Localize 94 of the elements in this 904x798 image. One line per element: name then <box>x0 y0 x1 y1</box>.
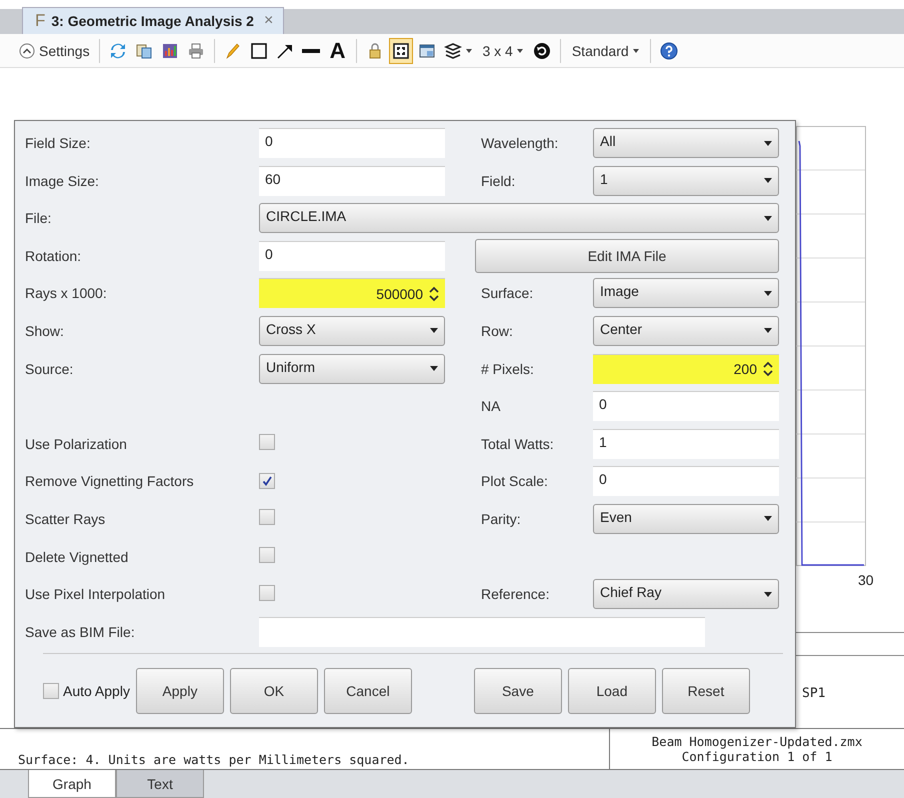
text-tool-button[interactable]: A <box>324 38 350 64</box>
dropdown[interactable]: Even <box>593 504 779 534</box>
collapse-icon <box>19 42 35 58</box>
text-field[interactable]: 0 <box>259 240 445 271</box>
text-field[interactable] <box>259 616 705 647</box>
print-icon <box>186 42 205 60</box>
field-label: Wavelength: <box>481 135 560 151</box>
refresh-icon <box>108 42 127 60</box>
dialog-button[interactable]: Cancel <box>324 668 412 714</box>
text-field[interactable]: 0 <box>593 391 779 422</box>
field-label: Delete Vignetted <box>25 548 130 565</box>
document-tab[interactable]: F 3: Geometric Image Analysis 2 × <box>22 7 284 34</box>
dropdown[interactable]: Uniform <box>259 354 445 384</box>
file-name: Beam Homogenizer-Updated.zmx <box>652 734 862 749</box>
field-label: Plot Scale: <box>481 473 549 490</box>
text-field[interactable]: 0 <box>259 128 445 158</box>
dropdown[interactable]: CIRCLE.IMA <box>259 203 779 234</box>
text-field[interactable]: 1 <box>593 428 779 459</box>
spinner-arrows-icon <box>763 361 773 378</box>
copy-icon <box>134 42 153 60</box>
frame-icon <box>392 42 410 60</box>
rotate-icon <box>532 42 551 60</box>
dropdown[interactable]: Chief Ray <box>593 579 779 610</box>
frame-button[interactable] <box>389 38 414 64</box>
rectangle-icon <box>250 42 268 60</box>
close-button[interactable]: × <box>264 12 274 30</box>
legend-text: SP1 <box>802 686 826 701</box>
field-label: # Pixels: <box>481 360 535 377</box>
spinner-field[interactable]: 500000 <box>259 278 445 308</box>
field-label: Total Watts: <box>481 436 555 452</box>
dropdown-button[interactable]: 3 x 4 <box>477 38 528 64</box>
checkbox[interactable] <box>259 509 275 526</box>
dropdown-button[interactable]: Standard <box>566 38 644 64</box>
dialog-button[interactable]: Load <box>568 668 656 714</box>
field-label: File: <box>25 210 52 226</box>
field-label: Scatter Rays <box>25 510 106 527</box>
checkbox[interactable] <box>259 472 275 489</box>
dropdown[interactable]: All <box>593 128 779 158</box>
field-label: Parity: <box>481 510 522 527</box>
caret-icon <box>764 140 772 146</box>
caret-icon <box>764 516 772 522</box>
dropdown[interactable]: 1 <box>593 166 779 196</box>
help-icon <box>660 42 678 60</box>
field-label: Save as BIM File: <box>25 624 136 640</box>
checkbox[interactable] <box>259 547 275 564</box>
field-label: Rotation: <box>25 248 82 264</box>
field-label: Field Size: <box>25 135 92 151</box>
tab-icon-letter: F <box>35 11 46 31</box>
caret-icon <box>430 366 438 372</box>
caret-icon <box>764 290 772 296</box>
caret-icon <box>764 178 772 184</box>
checkbox[interactable] <box>259 434 275 450</box>
dropdown[interactable]: Cross X <box>259 316 445 346</box>
field-label: Source: <box>25 360 74 377</box>
window-icon <box>418 42 436 60</box>
caret-icon <box>764 592 772 597</box>
spinner-arrows-icon <box>429 286 439 302</box>
caret-icon <box>764 328 772 334</box>
configuration-text: Configuration 1 of 1 <box>682 749 832 764</box>
view-tab[interactable]: Graph <box>28 770 116 798</box>
field-label: Reference: <box>481 586 550 602</box>
dialog-button[interactable]: Save <box>474 668 562 714</box>
layers-icon <box>444 42 462 60</box>
chart-save-icon <box>160 42 179 60</box>
output-text: Surface: 4. Units are watts per Millimeters squared. <box>18 752 410 767</box>
pencil-icon <box>224 42 242 60</box>
edit-file-button[interactable]: Edit IMA File <box>475 238 779 273</box>
dropdown[interactable]: Image <box>593 278 779 308</box>
caret-icon <box>430 328 438 334</box>
caret-icon <box>764 216 772 221</box>
field-label: Remove Vignetting Factors <box>25 473 195 490</box>
settings-button[interactable]: Settings <box>16 40 93 60</box>
checkbox[interactable] <box>43 682 59 699</box>
field-label: Surface: <box>481 285 534 302</box>
field-label: Rays x 1000: <box>25 285 108 302</box>
checkbox[interactable] <box>259 584 275 601</box>
text-field[interactable]: 60 <box>259 166 445 196</box>
window-title: 3: Geometric Image Analysis 2 <box>51 13 254 29</box>
field-label: NA <box>481 398 502 414</box>
dialog-button[interactable]: Apply <box>136 668 224 714</box>
dialog-button[interactable]: OK <box>230 668 318 714</box>
field-label: Field: <box>481 172 516 189</box>
view-tab[interactable]: Text <box>116 770 204 798</box>
text-field[interactable]: 0 <box>593 466 779 496</box>
field-label: Use Polarization <box>25 436 128 452</box>
field-label: Row: <box>481 322 514 339</box>
field-label: Show: <box>25 322 65 339</box>
checkbox-label: Auto Apply <box>63 682 130 699</box>
field-label: Image Size: <box>25 172 100 189</box>
spinner-field[interactable]: 200 <box>593 354 779 384</box>
axis-tick-label: 30 <box>858 572 874 588</box>
dialog-button[interactable]: Reset <box>662 668 750 714</box>
dropdown[interactable]: Center <box>593 316 779 346</box>
field-label: Use Pixel Interpolation <box>25 586 166 602</box>
